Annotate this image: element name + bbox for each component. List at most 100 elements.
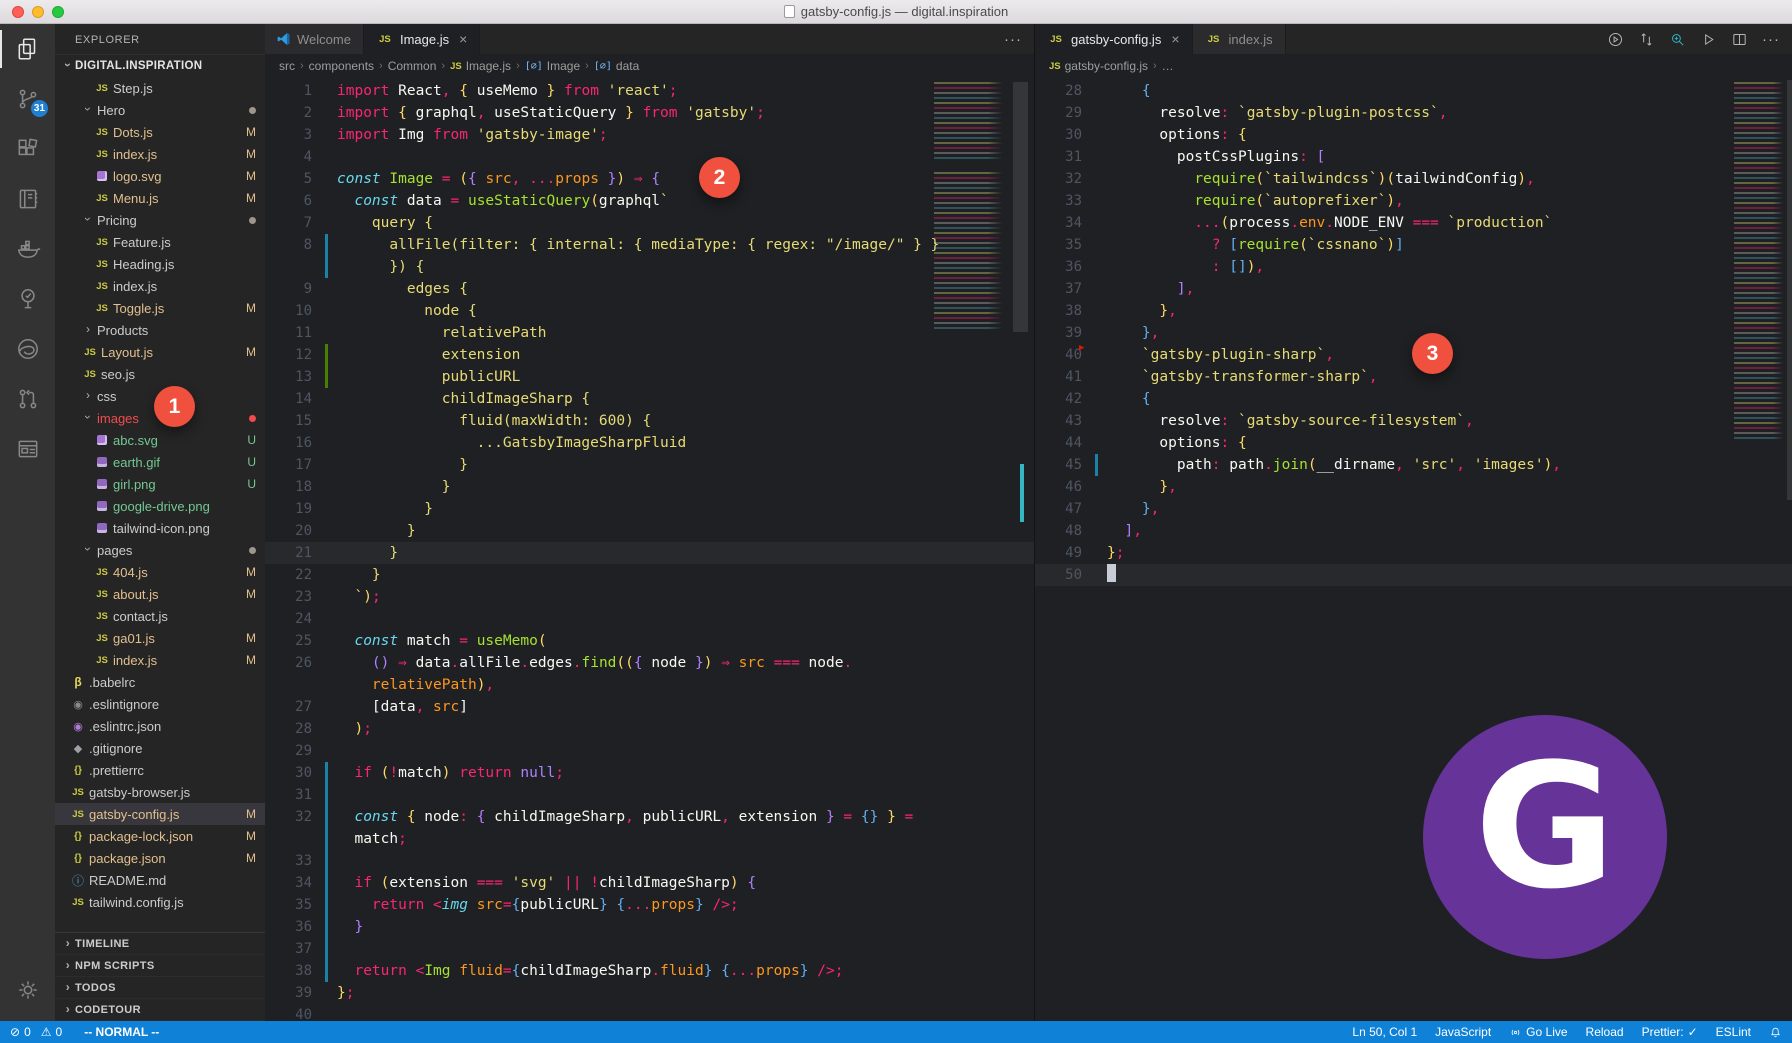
tree-item-abc-svg[interactable]: abc.svgU [55,429,265,451]
more-actions-button[interactable]: ··· [1004,31,1022,48]
close-tab-icon[interactable]: × [459,31,467,47]
code-line[interactable]: 28 ); [265,718,1034,740]
code-line[interactable]: 16 ...GatsbyImageSharpFluid [265,432,1034,454]
run-codetour-icon[interactable] [1607,31,1624,48]
code-line[interactable]: 48 ], [1035,520,1792,542]
code-line[interactable]: 36 } [265,916,1034,938]
code-line[interactable]: 28 { [1035,80,1792,102]
code-line[interactable]: 50 [1035,564,1792,586]
code-line[interactable]: 47 }, [1035,498,1792,520]
tree-item-dots-js[interactable]: JSDots.jsM [55,121,265,143]
code-line[interactable]: 41 `gatsby-transformer-sharp`, [1035,366,1792,388]
code-line[interactable]: 34 if (extension === 'svg' || !childImag… [265,872,1034,894]
pull-request-icon[interactable] [0,374,55,424]
code-line[interactable]: 40 [265,1004,1034,1021]
code-line[interactable]: 10 node { [265,300,1034,322]
breadcrumb-item[interactable]: components [309,59,374,73]
tab-gatsby-config[interactable]: JS gatsby-config.js × [1035,24,1193,54]
explorer-icon[interactable] [0,24,55,74]
cursor-position[interactable]: Ln 50, Col 1 [1352,1025,1417,1039]
sidebar-section-npm-scripts[interactable]: ›NPM SCRIPTS [55,955,265,977]
split-editor-icon[interactable] [1731,31,1748,48]
code-line[interactable]: 20 } [265,520,1034,542]
tree-item-step-js[interactable]: JSStep.js [55,77,265,99]
tree-item-google-drive-png[interactable]: google-drive.png [55,495,265,517]
sidebar-section-codetour[interactable]: ›CODETOUR [55,999,265,1021]
tree-item-seo-js[interactable]: JSseo.js [55,363,265,385]
code-line[interactable]: 9 edges { [265,278,1034,300]
tree-item--eslintignore[interactable]: ◉.eslintignore [55,693,265,715]
code-line[interactable]: 36 : []), [1035,256,1792,278]
reload-button[interactable]: Reload [1586,1025,1624,1039]
breadcrumb-item[interactable]: JSgatsby-config.js [1049,59,1148,73]
go-live-button[interactable]: Go Live [1509,1025,1567,1039]
code-line[interactable]: 29 resolve: `gatsby-plugin-postcss`, [1035,102,1792,124]
tree-item-heading-js[interactable]: JSHeading.js [55,253,265,275]
problems-indicator[interactable]: ⊘ 0 ⚠ 0 [10,1025,62,1039]
code-line[interactable]: match; [265,828,1034,850]
notebook-icon[interactable] [0,174,55,224]
code-line[interactable]: 6 const data = useStaticQuery(graphql` [265,190,1034,212]
tree-folder-hero[interactable]: ›Hero [55,99,265,121]
code-line[interactable]: 15 fluid(maxWidth: 600) { [265,410,1034,432]
tree-item-contact-js[interactable]: JScontact.js [55,605,265,627]
code-line[interactable]: 13 publicURL [265,366,1034,388]
code-line[interactable]: 45 path: path.join(__dirname, 'src', 'im… [1035,454,1792,476]
tree-item-package-lock-json[interactable]: {}package-lock.jsonM [55,825,265,847]
tree-item-earth-gif[interactable]: earth.gifU [55,451,265,473]
code-line[interactable]: 5const Image = ({ src, ...props }) ⇒ { [265,168,1034,190]
tree-folder-pages[interactable]: ›pages [55,539,265,561]
eslint-status[interactable]: ESLint [1716,1025,1751,1039]
code-line[interactable]: 31 [265,784,1034,806]
open-preview-icon[interactable] [1669,31,1686,48]
code-line[interactable]: 31 postCssPlugins: [ [1035,146,1792,168]
breadcrumb-item[interactable]: src [279,59,295,73]
breadcrumb[interactable]: src›components›Common›JSImage.js›[∅]Imag… [265,54,1034,78]
code-line[interactable]: 30 if (!match) return null; [265,762,1034,784]
code-line[interactable]: 21 } [265,542,1034,564]
code-line[interactable]: relativePath), [265,674,1034,696]
scrollbar[interactable] [1013,82,1028,332]
code-line[interactable]: 29 [265,740,1034,762]
tree-item--babelrc[interactable]: β.babelrc [55,671,265,693]
tree-item-package-json[interactable]: {}package.jsonM [55,847,265,869]
notifications-bell-icon[interactable] [1769,1026,1782,1039]
breadcrumb[interactable]: JSgatsby-config.js›… [1035,54,1792,78]
code-line[interactable]: 26 () ⇒ data.allFile.edges.find(({ node … [265,652,1034,674]
minimap[interactable] [1734,82,1786,442]
tree-item-ga01-js[interactable]: JSga01.jsM [55,627,265,649]
breadcrumb-item[interactable]: … [1162,59,1174,73]
code-line[interactable]: 7 query { [265,212,1034,234]
code-line[interactable]: 35 return <img src={publicURL} {...props… [265,894,1034,916]
scrollbar[interactable] [1787,80,1792,500]
workspace-root-folder[interactable]: › DIGITAL.INSPIRATION [55,54,265,77]
tree-item-index-js[interactable]: JSindex.jsM [55,143,265,165]
breadcrumb-item[interactable]: [∅]Image [525,59,580,73]
tree-item-readme-md[interactable]: ⓘREADME.md [55,869,265,891]
breadcrumb-item[interactable]: Common [388,59,437,73]
tree-item-index-js[interactable]: JSindex.js [55,275,265,297]
code-line[interactable]: 38 }, [1035,300,1792,322]
tab-index-js[interactable]: JS index.js [1193,24,1286,54]
tree-item-gatsby-config-js[interactable]: JSgatsby-config.jsM [55,803,265,825]
tree-item--prettierrc[interactable]: {}.prettierrc [55,759,265,781]
code-line[interactable]: 46 }, [1035,476,1792,498]
sidebar-section-todos[interactable]: ›TODOS [55,977,265,999]
tree-item-layout-js[interactable]: JSLayout.jsM [55,341,265,363]
testing-tree-icon[interactable] [0,274,55,324]
code-line[interactable]: 2import { graphql, useStaticQuery } from… [265,102,1034,124]
browser-preview-icon[interactable] [0,424,55,474]
docker-icon[interactable] [0,224,55,274]
code-line[interactable]: 11 relativePath [265,322,1034,344]
sidebar-section-timeline[interactable]: ›TIMELINE [55,933,265,955]
code-line[interactable]: 33 require(`autoprefixer`), [1035,190,1792,212]
code-line[interactable]: 1import React, { useMemo } from 'react'; [265,80,1034,102]
tree-item--gitignore[interactable]: ◆.gitignore [55,737,265,759]
code-line[interactable]: 4 [265,146,1034,168]
tree-item-feature-js[interactable]: JSFeature.js [55,231,265,253]
tree-item-index-js[interactable]: JSindex.jsM [55,649,265,671]
tree-item-tailwind-icon-png[interactable]: tailwind-icon.png [55,517,265,539]
code-line[interactable]: 25 const match = useMemo( [265,630,1034,652]
tree-item--eslintrc-json[interactable]: ◉.eslintrc.json [55,715,265,737]
code-line[interactable]: 24 [265,608,1034,630]
